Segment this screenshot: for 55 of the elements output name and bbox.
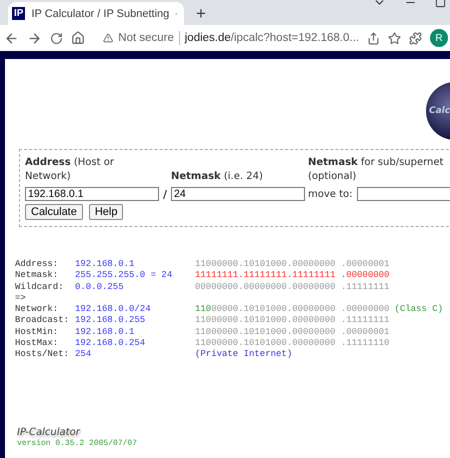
result-label: Wildcard: <box>15 282 65 293</box>
slash-separator: / <box>162 188 168 201</box>
version-text: version 0.35.2 2005/07/07 <box>17 439 138 448</box>
help-button[interactable]: Help <box>88 204 124 220</box>
star-icon[interactable] <box>388 32 401 44</box>
profile-avatar[interactable]: R <box>430 29 448 47</box>
result-value: 0.0.0.255 <box>75 282 125 293</box>
netmask-field[interactable]: 24 <box>171 187 305 201</box>
result-label: HostMax: <box>15 338 60 350</box>
binary-value: 11000000.10101000.00000000 .11111111 <box>195 315 390 327</box>
binary-value: 11000000.10101000.00000000 .00000000 <box>195 304 390 316</box>
supernet-field[interactable] <box>356 187 450 201</box>
calculate-button[interactable]: Calculate <box>25 204 83 220</box>
result-label: Address: <box>15 259 60 270</box>
browser-tab[interactable]: IP IP Calculator / IP Subnetting <box>8 2 184 25</box>
warning-icon <box>103 32 114 44</box>
home-icon[interactable] <box>71 31 85 45</box>
maximize-icon[interactable] <box>435 0 446 8</box>
share-icon[interactable] <box>367 32 380 44</box>
result-note: (Private Internet) <box>195 349 294 361</box>
result-label: => <box>15 292 27 304</box>
forward-icon[interactable] <box>27 30 42 46</box>
puzzle-icon[interactable] <box>409 32 422 44</box>
tab-title: IP Calculator / IP Subnetting <box>31 8 170 20</box>
binary-value: 11000000.10101000.00000000 .00000001 <box>195 326 390 338</box>
field-label: Address (Host or Network) <box>25 156 115 184</box>
result-value: 192.168.0.1 <box>75 259 136 270</box>
result-label: HostMin: <box>15 326 60 338</box>
binary-value: 11000000.10101000.00000000 .00000001 <box>195 259 390 270</box>
result-value: 254 <box>75 349 92 361</box>
result-note: (Class C) <box>394 304 444 316</box>
back-icon[interactable] <box>4 30 19 46</box>
binary-value: 11111111.11111111.11111111 .00000000 <box>195 270 390 282</box>
result-label: Network: <box>15 304 60 316</box>
result-label: Hosts/Net: <box>15 349 70 361</box>
field-label: Netmask (i.e. 24) <box>171 170 264 184</box>
result-value: 192.168.0.255 <box>75 315 146 327</box>
new-tab-button[interactable]: + <box>192 3 210 25</box>
footer-title: IP-Calculator <box>17 427 82 438</box>
result-value: 192.168.0.0/24 <box>75 304 152 316</box>
result-value: 192.168.0.254 <box>75 338 146 350</box>
url-text[interactable]: jodies.de/ipcalc?host=192.168.0... <box>184 32 359 44</box>
favicon: IP <box>12 7 26 20</box>
move-to-label: move to: <box>308 188 353 200</box>
security-label[interactable]: Not secure <box>118 32 174 44</box>
binary-value: 11000000.10101000.00000000 .11111110 <box>195 338 390 350</box>
field-label: Netmask for sub/supernet (optional) <box>307 156 444 184</box>
address-field[interactable]: 192.168.0.1 <box>25 187 159 201</box>
reload-icon[interactable] <box>50 32 63 44</box>
result-label: Netmask: <box>15 270 60 282</box>
result-label: Broadcast: <box>15 315 70 327</box>
binary-value: 00000000.00000000.00000000 .11111111 <box>195 282 390 293</box>
logo-text: Calc <box>429 106 450 116</box>
result-value: 192.168.0.1 <box>75 326 136 338</box>
result-value: 255.255.255.0 = 24 <box>75 270 174 282</box>
